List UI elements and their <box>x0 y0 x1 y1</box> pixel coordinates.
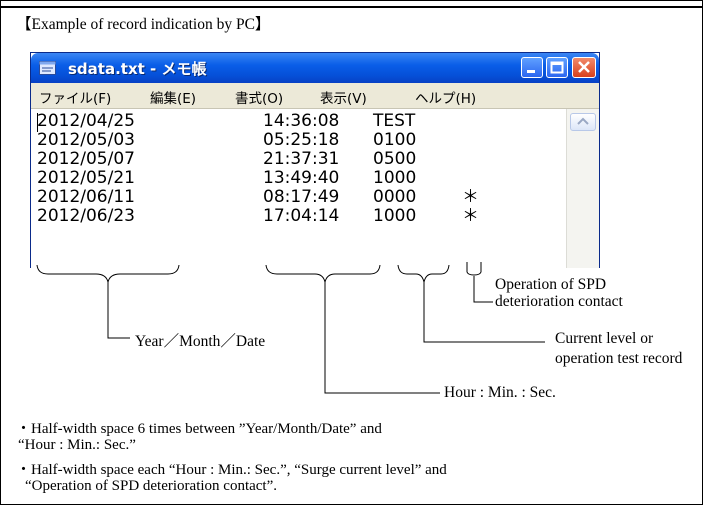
leader-ymd <box>107 282 130 339</box>
label-spd-2: deterioration contact <box>495 293 623 310</box>
brace-mark <box>466 262 482 276</box>
label-year-month-date: Year／Month／Date <box>135 333 266 350</box>
note-line-2: “Hour : Min.: Sec.” <box>18 437 136 453</box>
note-line-1: ・Half-width space 6 times between ”Year/… <box>16 421 382 437</box>
leader-hms <box>324 282 440 394</box>
brace-time <box>265 264 381 283</box>
label-hour-min-sec: Hour : Min. : Sec. <box>444 384 556 401</box>
note-line-3: ・Half-width space each “Hour : Min.: Sec… <box>16 462 447 478</box>
brace-date <box>36 264 180 283</box>
note-line-4: “Operation of SPD deterioration contact”… <box>25 478 277 494</box>
label-current-level-2: operation test record <box>555 350 683 367</box>
label-current-level-1: Current level or <box>555 330 654 347</box>
label-spd-1: Operation of SPD <box>495 276 607 293</box>
leader-spd <box>473 276 493 303</box>
brace-level <box>397 264 450 283</box>
